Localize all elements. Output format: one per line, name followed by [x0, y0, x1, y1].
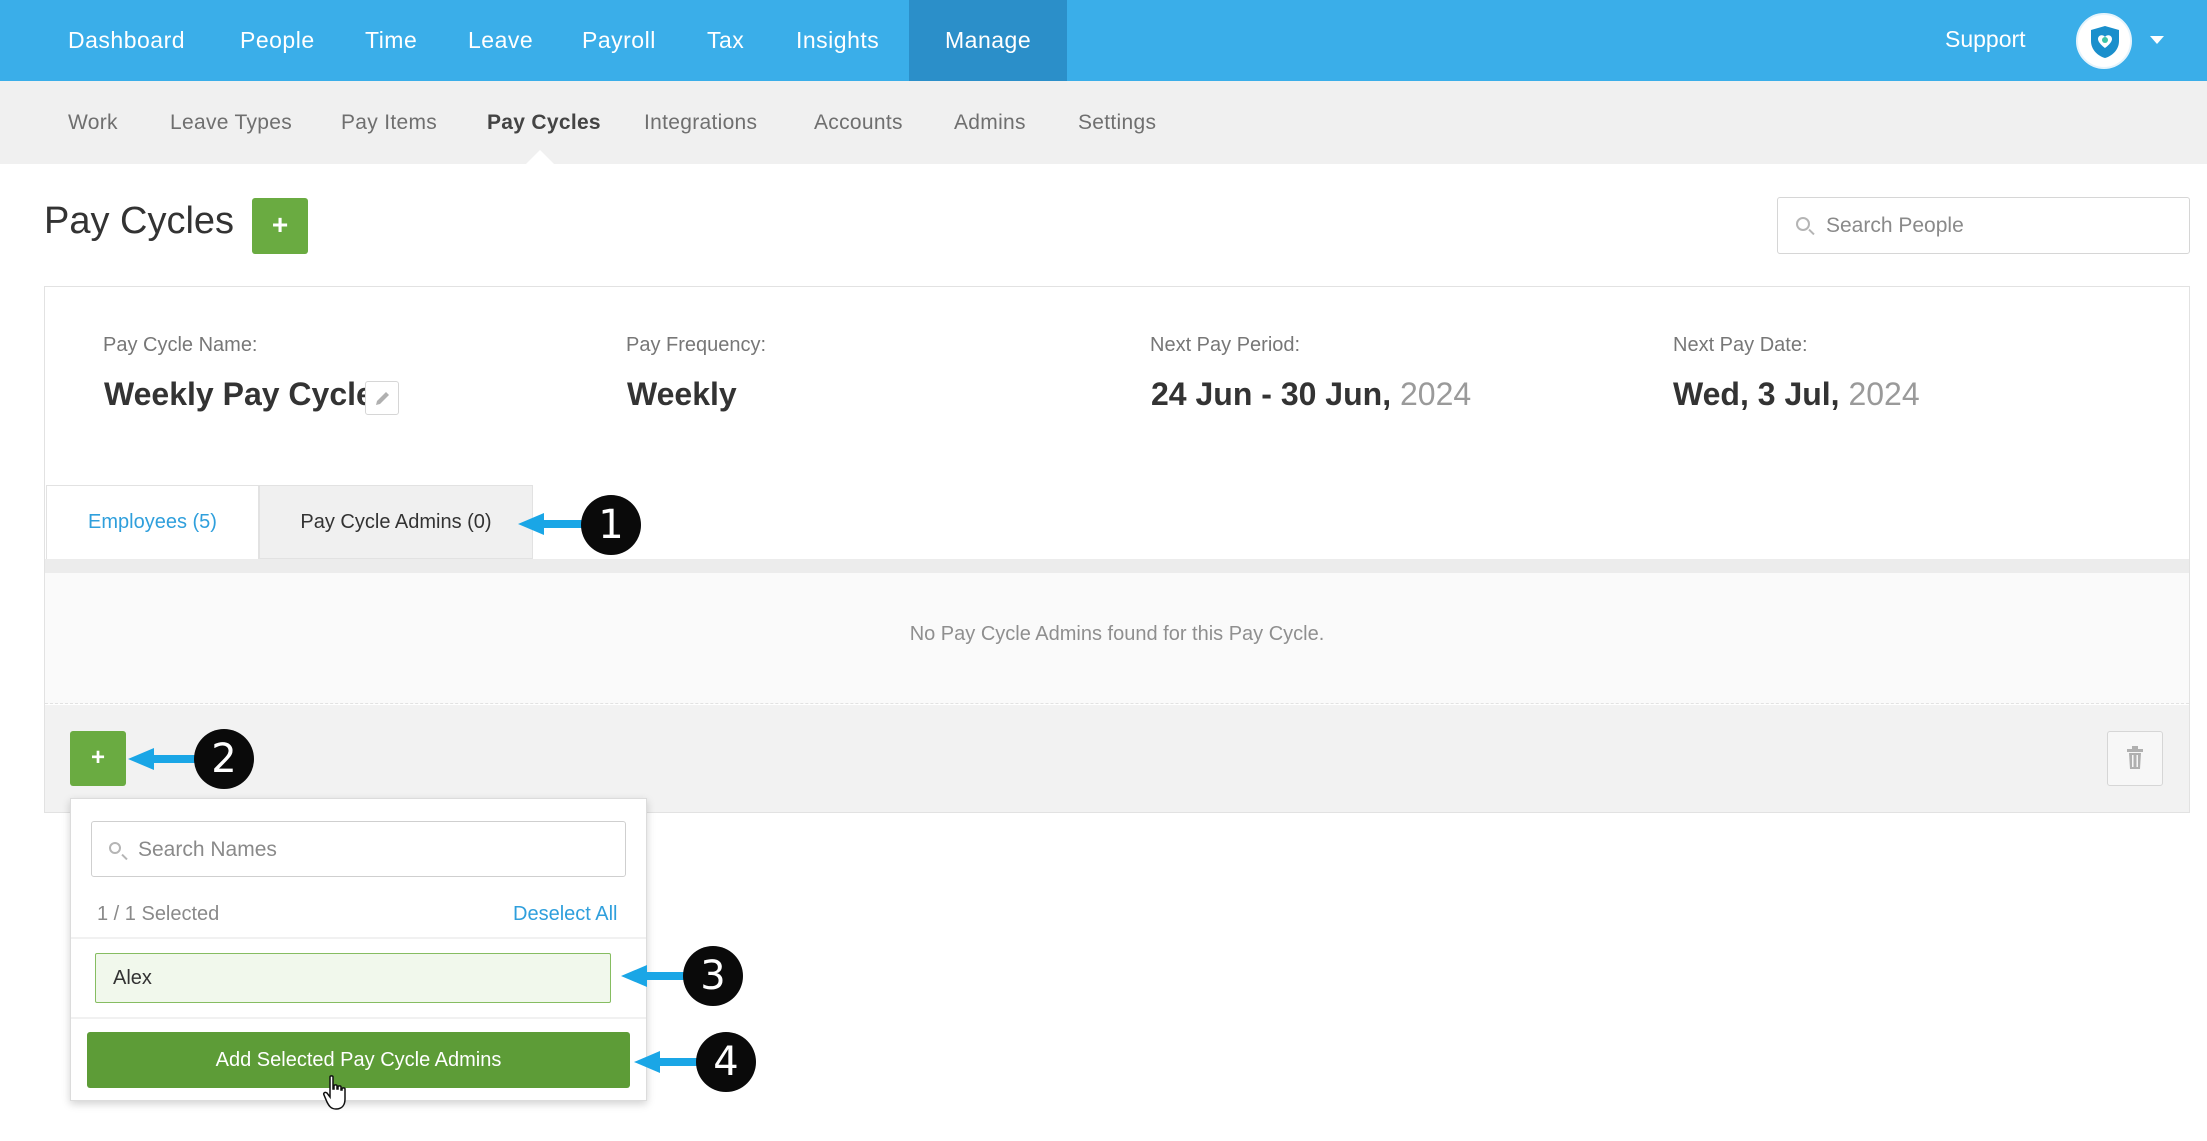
- nav-time[interactable]: Time: [365, 0, 417, 81]
- option-label: Alex: [113, 967, 152, 989]
- search-icon: [1796, 217, 1810, 231]
- pay-cycle-name-value: Weekly Pay Cycle: [104, 376, 374, 412]
- top-nav: Dashboard People Time Leave Payroll Tax …: [0, 0, 2207, 81]
- table-header-band: [45, 559, 2189, 573]
- trash-icon: [2127, 746, 2143, 769]
- annotation-badge-1: 1: [581, 495, 641, 555]
- tab-pay-cycle-admins[interactable]: Pay Cycle Admins (0): [259, 485, 533, 559]
- divider: [71, 937, 646, 939]
- nav-insights[interactable]: Insights: [796, 0, 879, 81]
- empty-message: No Pay Cycle Admins found for this Pay C…: [909, 623, 1325, 645]
- next-pay-period-range: 24 Jun - 30 Jun,: [1151, 376, 1392, 412]
- add-pay-cycle-button[interactable]: +: [252, 198, 308, 254]
- subnav-accounts[interactable]: Accounts: [814, 81, 903, 164]
- annotation-badge-2: 2: [194, 729, 254, 789]
- pay-frequency-value: Weekly: [627, 376, 737, 412]
- search-people-input[interactable]: Search People: [1777, 197, 2190, 254]
- empty-admins-area: No Pay Cycle Admins found for this Pay C…: [45, 573, 2189, 704]
- shield-logo-icon: [2091, 26, 2119, 58]
- nav-leave[interactable]: Leave: [468, 0, 533, 81]
- support-link[interactable]: Support: [1945, 0, 2026, 81]
- pay-frequency-label: Pay Frequency:: [626, 334, 767, 356]
- subnav-integrations[interactable]: Integrations: [644, 81, 757, 164]
- search-names-icon: [109, 842, 121, 854]
- user-avatar[interactable]: [2076, 13, 2132, 69]
- add-admin-button[interactable]: +: [70, 731, 126, 786]
- nav-payroll[interactable]: Payroll: [582, 0, 656, 81]
- nav-tax[interactable]: Tax: [707, 0, 744, 81]
- next-pay-period-year: 2024: [1399, 376, 1472, 412]
- divider: [71, 1017, 646, 1019]
- next-pay-date-year: 2024: [1848, 376, 1920, 412]
- sub-nav: Work Leave Types Pay Items Pay Cycles In…: [0, 81, 2207, 165]
- subnav-admins[interactable]: Admins: [954, 81, 1026, 164]
- pencil-icon: [376, 392, 389, 405]
- subnav-leave-types[interactable]: Leave Types: [170, 81, 292, 164]
- search-names-placeholder: Search Names: [138, 838, 277, 861]
- active-tab-pointer: [525, 150, 555, 165]
- nav-people[interactable]: People: [240, 0, 315, 81]
- nav-dashboard[interactable]: Dashboard: [68, 0, 185, 81]
- card-footer: [45, 705, 2189, 812]
- selected-count: 1 / 1 Selected: [97, 903, 220, 925]
- search-names-input[interactable]: Search Names: [91, 821, 626, 877]
- next-pay-period-label: Next Pay Period:: [1150, 334, 1301, 356]
- next-pay-date-value: Wed, 3 Jul, 2024: [1673, 376, 1920, 413]
- subnav-settings[interactable]: Settings: [1078, 81, 1156, 164]
- edit-name-button[interactable]: [365, 381, 399, 415]
- next-pay-period-value: 24 Jun - 30 Jun, 2024: [1151, 376, 1471, 413]
- deselect-all-link[interactable]: Deselect All: [513, 903, 618, 926]
- search-people-placeholder: Search People: [1826, 214, 1964, 237]
- option-alex[interactable]: Alex: [95, 953, 611, 1003]
- account-menu-caret-icon[interactable]: [2150, 36, 2164, 44]
- next-pay-date-day: Wed, 3 Jul,: [1673, 376, 1840, 412]
- nav-manage[interactable]: Manage: [909, 0, 1068, 81]
- annotation-badge-3: 3: [683, 946, 743, 1006]
- pay-cycle-name-label: Pay Cycle Name:: [103, 334, 258, 356]
- page-title: Pay Cycles: [44, 200, 235, 242]
- tab-employees[interactable]: Employees (5): [46, 485, 259, 559]
- delete-button[interactable]: [2107, 731, 2163, 786]
- hand-cursor-icon: [323, 1075, 346, 1110]
- subnav-pay-items[interactable]: Pay Items: [341, 81, 437, 164]
- add-selected-admins-button[interactable]: Add Selected Pay Cycle Admins: [87, 1032, 630, 1088]
- subnav-work[interactable]: Work: [68, 81, 118, 164]
- next-pay-date-label: Next Pay Date:: [1673, 334, 1808, 356]
- annotation-badge-4: 4: [696, 1032, 756, 1092]
